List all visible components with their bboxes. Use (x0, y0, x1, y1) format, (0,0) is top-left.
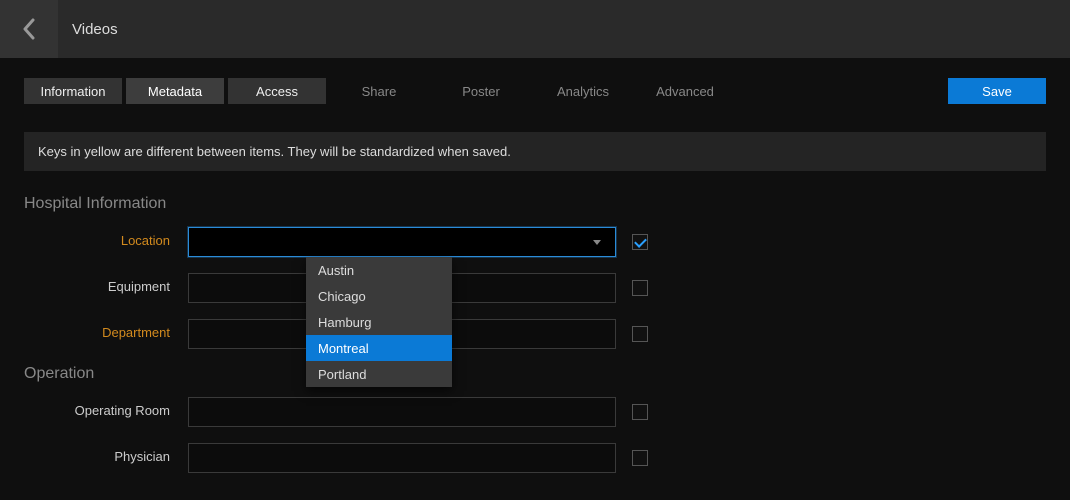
location-select[interactable] (188, 227, 616, 257)
location-dropdown[interactable]: AustinChicagoHamburgMontrealPortland (306, 257, 452, 387)
tab-poster[interactable]: Poster (432, 78, 530, 104)
tab-access[interactable]: Access (228, 78, 326, 104)
location-option[interactable]: Portland (306, 361, 452, 387)
notice-banner: Keys in yellow are different between ite… (24, 132, 1046, 171)
section-operation-title: Operation (24, 365, 1046, 383)
tab-share[interactable]: Share (330, 78, 428, 104)
tab-metadata[interactable]: Metadata (126, 78, 224, 104)
location-option[interactable]: Hamburg (306, 309, 452, 335)
equipment-checkbox[interactable] (632, 280, 648, 296)
operating-room-input[interactable] (188, 397, 616, 427)
department-checkbox[interactable] (632, 326, 648, 342)
location-option[interactable]: Chicago (306, 283, 452, 309)
label-location: Location (24, 227, 188, 248)
physician-checkbox[interactable] (632, 450, 648, 466)
tab-bar: Information Metadata Access Share Poster… (24, 78, 1046, 104)
chevron-left-icon (22, 18, 36, 40)
tab-analytics[interactable]: Analytics (534, 78, 632, 104)
tab-information[interactable]: Information (24, 78, 122, 104)
save-button[interactable]: Save (948, 78, 1046, 104)
location-checkbox[interactable] (632, 234, 648, 250)
physician-input[interactable] (188, 443, 616, 473)
section-hospital-title: Hospital Information (24, 195, 1046, 213)
label-department: Department (24, 319, 188, 340)
tab-advanced[interactable]: Advanced (636, 78, 734, 104)
label-physician: Physician (24, 443, 188, 464)
location-option[interactable]: Montreal (306, 335, 452, 361)
location-option[interactable]: Austin (306, 257, 452, 283)
chevron-down-icon (593, 240, 601, 245)
label-operating-room: Operating Room (24, 397, 188, 418)
label-equipment: Equipment (24, 273, 188, 294)
page-title: Videos (72, 21, 118, 38)
back-button[interactable] (0, 0, 58, 58)
operating-room-checkbox[interactable] (632, 404, 648, 420)
